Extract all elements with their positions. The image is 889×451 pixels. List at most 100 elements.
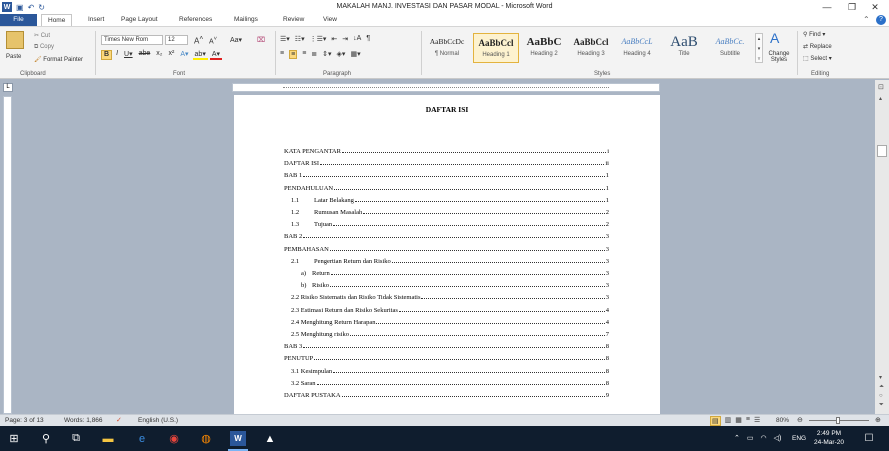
task-view-icon[interactable]: ⧉ (68, 431, 84, 446)
word-taskbar-icon[interactable]: W (230, 431, 246, 446)
tab-references[interactable]: References (173, 14, 218, 26)
font-name-dropdown[interactable]: Times New Rom (101, 35, 163, 45)
borders-icon[interactable]: ▦▾ (350, 50, 360, 59)
zoom-level[interactable]: 80% (776, 417, 789, 424)
chrome-icon[interactable]: ◉ (166, 431, 182, 446)
vertical-ruler[interactable] (3, 96, 12, 414)
outline-icon[interactable]: ≡ (746, 416, 750, 426)
tab-review[interactable]: Review (277, 14, 310, 26)
toc-entry[interactable]: 2.4 Menghitung Return Harapan 4 (291, 316, 609, 326)
wifi-icon[interactable]: ◠ (761, 434, 767, 442)
next-page-icon[interactable]: ⏷ (879, 402, 884, 409)
paste-button[interactable]: Paste (6, 54, 21, 60)
toc-entry[interactable]: 1.3 Tujuan 2 (291, 218, 609, 228)
text-effects-icon[interactable]: A▾ (178, 50, 190, 60)
shrink-font-icon[interactable]: A˅ (209, 36, 217, 45)
toc-entry[interactable]: BAB 1 1 (284, 169, 609, 179)
volume-icon[interactable]: ◁) (774, 434, 782, 442)
draft-icon[interactable]: ☰ (754, 416, 760, 426)
scroll-down-icon[interactable]: ▾ (879, 374, 882, 381)
style-heading-3[interactable]: AaBbCcl Heading 3 (568, 33, 614, 63)
language-status[interactable]: English (U.S.) (138, 417, 178, 424)
toc-entry[interactable]: DAFTAR ISI ii (284, 157, 609, 167)
underline-icon[interactable]: U▾ (122, 50, 135, 60)
tab-selector[interactable]: L (3, 83, 13, 92)
bullets-icon[interactable]: ☰▾ (280, 35, 290, 43)
toc-entry[interactable]: PENDAHULUAN 1 (284, 182, 609, 192)
clear-formatting-icon[interactable]: ⌧ (257, 36, 265, 44)
toc-entry[interactable]: BAB 2 3 (284, 230, 609, 240)
styles-scroll[interactable]: ▴ ▾ ▿ (755, 33, 763, 63)
find-button[interactable]: ⚲ Find ▾ (803, 31, 825, 38)
toc-entry[interactable]: 3.1 Kesimpulan 8 (291, 365, 609, 375)
full-screen-icon[interactable]: ▥ (725, 416, 732, 426)
highlight-icon[interactable]: ab▾ (192, 50, 208, 60)
toc-entry[interactable]: PEMBAHASAN 3 (284, 243, 609, 253)
grow-font-icon[interactable]: A˄ (194, 35, 203, 46)
proofing-icon[interactable]: ✓ (116, 416, 122, 424)
shading-icon[interactable]: ◈▾ (337, 50, 346, 59)
style-normal[interactable]: AaBbCcDc ¶ Normal (424, 33, 470, 63)
change-case-icon[interactable]: Aa▾ (230, 36, 242, 44)
change-styles-button[interactable]: Change Styles (766, 51, 792, 63)
word-count[interactable]: Words: 1,866 (64, 417, 103, 424)
horizontal-ruler[interactable] (232, 83, 660, 92)
toc-entry[interactable]: 2.5 Menghitung risiko 7 (291, 328, 609, 338)
tab-file[interactable]: File (0, 14, 37, 26)
browse-object-icon[interactable]: ○ (879, 393, 883, 399)
ribbon-collapse-icon[interactable]: ⌃ (863, 15, 870, 24)
style-heading-2[interactable]: AaBbC Heading 2 (521, 33, 567, 63)
toc-entry[interactable]: 1.1 Latar Belakang 1 (291, 194, 609, 204)
zoom-in-icon[interactable]: ⊕ (875, 416, 881, 424)
numbering-icon[interactable]: ☷▾ (295, 35, 305, 43)
scroll-thumb[interactable] (877, 145, 887, 157)
toc-entry[interactable]: 2.2 Risiko Sistematis dan Risiko Tidak S… (291, 291, 609, 301)
clock-time[interactable]: 2:49 PM (813, 430, 845, 437)
page-count[interactable]: Page: 3 of 13 (5, 417, 44, 424)
tab-insert[interactable]: Insert (82, 14, 110, 26)
style-subtitle[interactable]: AaBbCc. Subtitle (707, 33, 753, 63)
vertical-scrollbar[interactable]: ⊡ ▴ ▾ ⏶ ○ ⏷ (875, 80, 889, 414)
copy-button[interactable]: ⧉ Copy (34, 44, 54, 51)
toc-entry[interactable]: 2.1 Pengertian Return dan Risiko 3 (291, 255, 609, 265)
windows-start-icon[interactable]: ⊞ (6, 431, 22, 446)
restore-button[interactable]: ❐ (843, 1, 861, 13)
font-color-icon[interactable]: A▾ (209, 50, 223, 60)
superscript-icon[interactable]: x² (167, 50, 177, 60)
close-button[interactable]: ✕ (866, 1, 884, 13)
help-icon[interactable]: ? (876, 15, 886, 25)
style-title[interactable]: AaB Title (661, 33, 707, 63)
style-heading-4[interactable]: AaBbCcL Heading 4 (614, 33, 660, 63)
show-marks-icon[interactable]: ¶ (366, 35, 370, 43)
toc-entry[interactable]: KATA PENGANTAR i (284, 145, 609, 155)
select-button[interactable]: ⬚ Select ▾ (803, 55, 832, 62)
bold-icon[interactable]: B (101, 50, 113, 60)
align-left-icon[interactable]: ≡ (280, 50, 284, 59)
increase-indent-icon[interactable]: ⇥ (342, 35, 348, 43)
previous-page-icon[interactable]: ⏶ (879, 384, 884, 391)
italic-icon[interactable]: I (114, 50, 120, 60)
toc-entry[interactable]: a) Return 3 (301, 267, 609, 277)
toc-entry[interactable]: DAFTAR PUSTAKA 9 (284, 389, 609, 399)
input-language[interactable]: ENG (792, 435, 806, 442)
document-page[interactable]: DAFTAR ISI KATA PENGANTAR i DAFTAR ISI ii BA… (234, 95, 660, 415)
justify-icon[interactable]: ≣ (311, 50, 317, 59)
subscript-icon[interactable]: x₂ (154, 50, 164, 60)
clock-date[interactable]: 24-Mar-20 (811, 439, 847, 446)
align-right-icon[interactable]: ≡ (302, 50, 306, 59)
zoom-slider-thumb[interactable] (836, 417, 840, 424)
toc-entry[interactable]: PENUTUP 8 (284, 352, 609, 362)
web-layout-icon[interactable]: ▦ (735, 416, 742, 426)
notifications-icon[interactable]: ☐ (861, 431, 877, 446)
line-spacing-icon[interactable]: ⇕▾ (322, 50, 331, 59)
font-size-dropdown[interactable]: 12 (165, 35, 188, 45)
scroll-up-icon[interactable]: ▴ (879, 95, 882, 102)
ruler-toggle-icon[interactable]: ⊡ (878, 83, 884, 91)
toc-entry[interactable]: 3.2 Saran 8 (291, 377, 609, 387)
replace-button[interactable]: ⇄ Replace (803, 43, 832, 50)
search-icon[interactable]: ⚲ (38, 431, 54, 446)
cut-button[interactable]: ✂ Cut (34, 32, 50, 39)
align-center-icon[interactable]: ≡ (289, 50, 298, 59)
toc-entry[interactable]: BAB 3 8 (284, 340, 609, 350)
format-painter-button[interactable]: 🖌 Format Painter (34, 56, 83, 63)
